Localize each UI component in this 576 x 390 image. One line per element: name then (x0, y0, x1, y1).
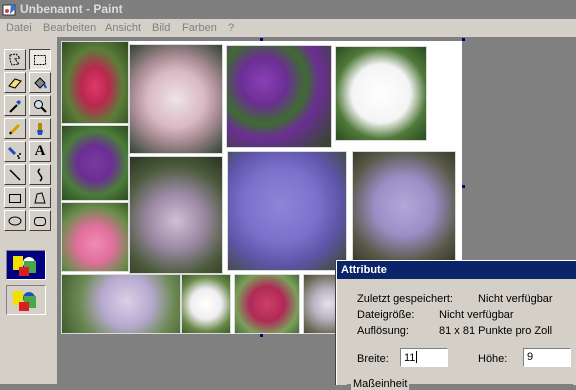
flower-photo-8 (352, 151, 456, 261)
unit-group: Maßeinheit (347, 378, 573, 390)
line-icon[interactable] (4, 164, 26, 185)
flower-photo-6 (129, 156, 223, 274)
menu-datei[interactable]: Datei (6, 22, 32, 34)
opaque-option[interactable] (6, 250, 46, 280)
color-picker-icon[interactable] (4, 95, 26, 116)
fill-bucket-icon[interactable] (29, 72, 51, 93)
flower-photo-1 (61, 41, 129, 124)
title-bar: Unbenannt - Paint (0, 0, 576, 19)
menu-farben[interactable]: Farben (182, 22, 217, 34)
height-label: Höhe: (478, 353, 508, 365)
menu-bearbeiten[interactable]: Bearbeiten (43, 22, 96, 34)
text-tool-glyph: A (34, 143, 46, 159)
resize-handle-corner[interactable] (462, 38, 465, 41)
width-value: 11 (404, 352, 416, 364)
toolbox: A (0, 37, 57, 384)
ellipse-icon[interactable] (4, 210, 26, 231)
paint-app-icon (2, 2, 18, 17)
flower-photo-2 (129, 44, 223, 154)
file-size-value: Nicht verfügbar (439, 309, 514, 321)
menu-help[interactable]: ? (228, 22, 234, 34)
resolution-value: 81 x 81 Punkte pro Zoll (439, 325, 553, 337)
height-field[interactable]: 9 (523, 348, 571, 367)
free-select-icon[interactable] (4, 49, 26, 70)
flower-photo-11 (181, 274, 231, 334)
eraser-icon[interactable] (4, 72, 26, 93)
pencil-icon[interactable] (4, 118, 26, 139)
resolution-label: Auflösung: (357, 325, 409, 337)
magnifier-icon[interactable] (29, 95, 51, 116)
rectangle-icon[interactable] (4, 187, 26, 208)
last-saved-value: Nicht verfügbar (478, 293, 553, 305)
rounded-rect-icon[interactable] (29, 210, 51, 231)
curve-icon[interactable] (29, 164, 51, 185)
brush-icon[interactable] (29, 118, 51, 139)
unit-group-label: Maßeinheit (351, 378, 410, 390)
flower-photo-7 (227, 151, 347, 271)
rect-select-icon[interactable] (29, 49, 51, 70)
attributes-dialog: Attribute Zuletzt gespeichert: Nicht ver… (336, 260, 576, 390)
resize-handle-right[interactable] (462, 185, 465, 188)
dialog-title-bar: Attribute (337, 261, 576, 279)
dialog-title: Attribute (341, 264, 387, 276)
menu-bild[interactable]: Bild (152, 22, 170, 34)
file-size-label: Dateigröße: (357, 309, 415, 321)
flower-photo-9 (61, 202, 129, 272)
height-value: 9 (527, 351, 534, 363)
flower-photo-10 (61, 274, 181, 334)
flower-photo-12 (234, 274, 300, 334)
transparent-option[interactable] (6, 285, 46, 315)
width-field[interactable]: 11 (400, 348, 448, 367)
resize-handle-bottom[interactable] (260, 334, 263, 337)
flower-photo-5 (61, 125, 129, 201)
flower-photo-3 (226, 45, 332, 148)
polygon-icon[interactable] (29, 187, 51, 208)
airbrush-icon[interactable] (4, 141, 26, 162)
menu-bar: Datei Bearbeiten Ansicht Bild Farben ? (0, 19, 576, 38)
last-saved-label: Zuletzt gespeichert: (357, 293, 453, 305)
flower-photo-4 (335, 46, 427, 141)
resize-handle-top[interactable] (260, 38, 263, 41)
window-title: Unbenannt - Paint (20, 2, 123, 16)
menu-ansicht[interactable]: Ansicht (105, 22, 141, 34)
width-label: Breite: (357, 353, 389, 365)
text-caret (416, 351, 418, 363)
text-icon[interactable]: A (29, 141, 51, 162)
